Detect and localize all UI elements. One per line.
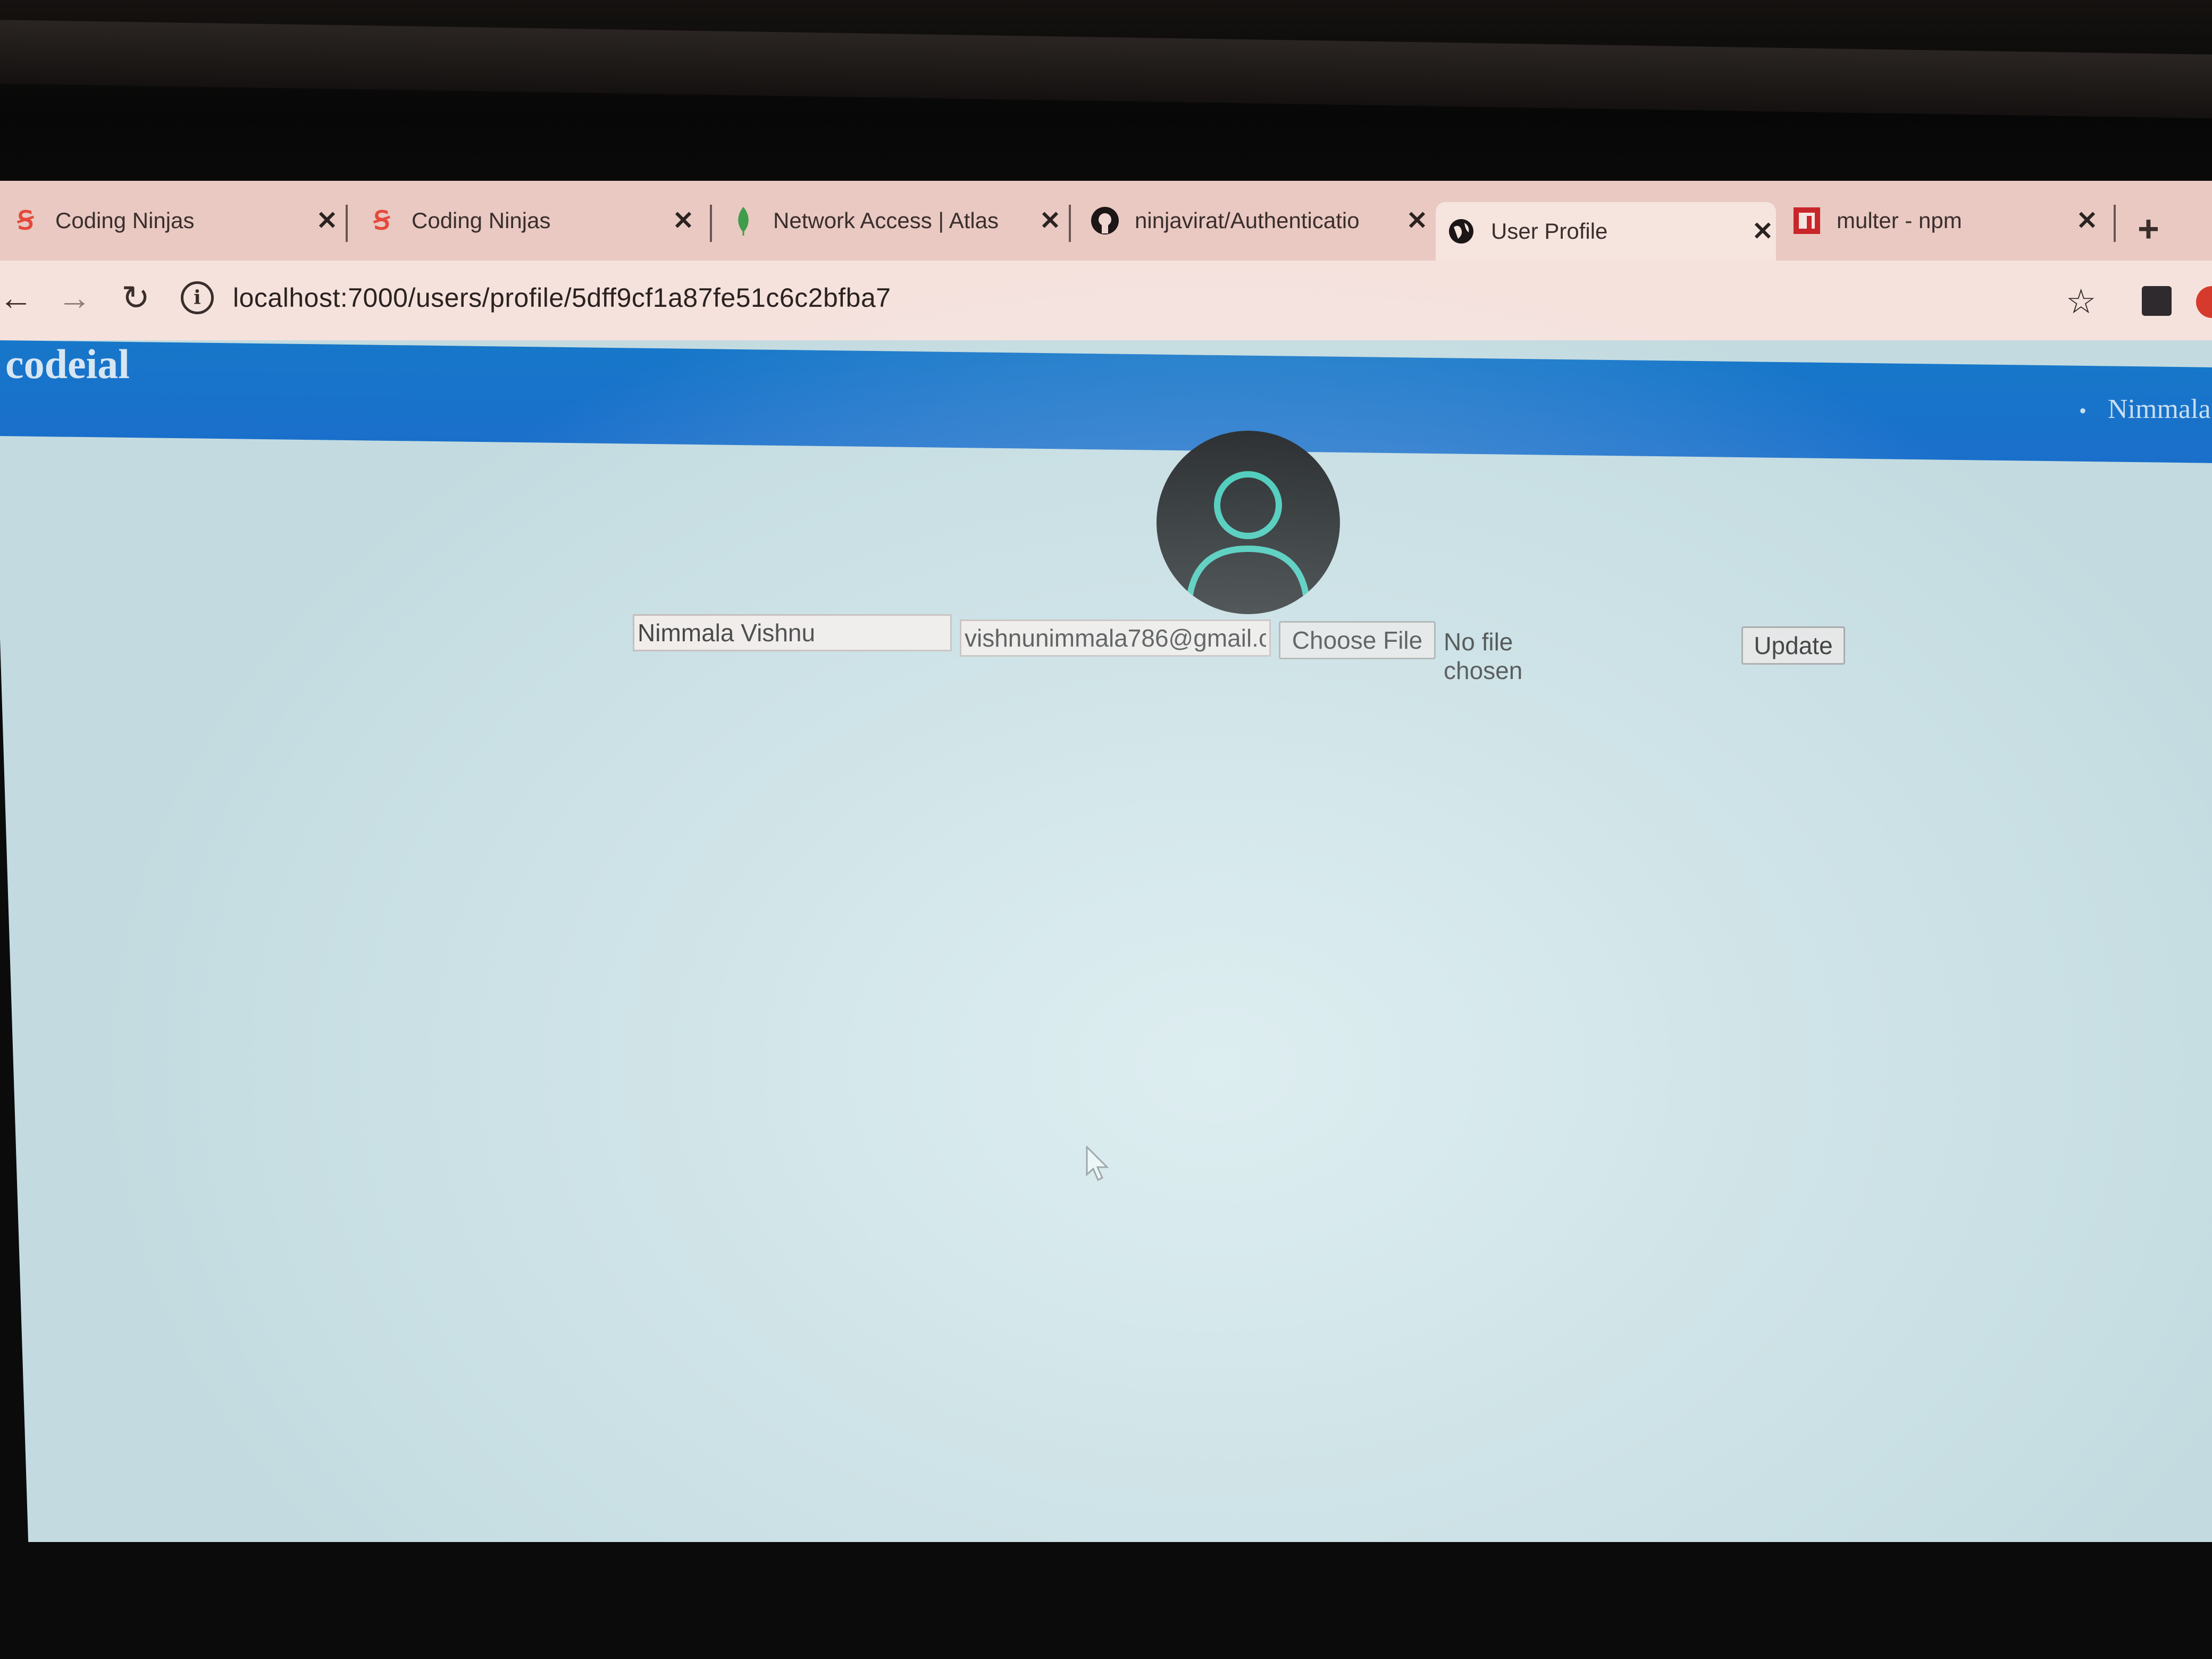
close-tab-icon[interactable]: ✕ [670, 206, 697, 236]
npm-icon [1792, 206, 1822, 236]
nav-user-link[interactable]: Nimmala [2079, 393, 2211, 425]
tab-coding-ninjas-1[interactable]: Ꞩ Coding Ninjas ✕ [0, 191, 340, 250]
forward-icon[interactable]: → [53, 276, 96, 319]
url-text: localhost:7000/users/profile/5dff9cf1a87… [233, 283, 891, 313]
close-tab-icon[interactable]: ✕ [1749, 216, 1776, 246]
reload-icon[interactable]: ↻ [114, 276, 157, 319]
tab-separator [710, 205, 712, 242]
browser-toolbar: ← → ↻ i localhost:7000/users/profile/5df… [0, 261, 2212, 340]
site-logo[interactable]: codeial [5, 340, 130, 388]
tab-network-access-atlas[interactable]: Network Access | Atlas ✕ [718, 191, 1063, 250]
tab-user-profile[interactable]: User Profile ✕ [1436, 202, 1776, 261]
tab-strip: Ꞩ Coding Ninjas ✕ Ꞩ Coding Ninjas ✕ Netw… [0, 181, 2212, 261]
github-icon [1090, 206, 1120, 236]
tab-separator [346, 205, 348, 242]
user-icon [1185, 471, 1311, 614]
extension-icon[interactable] [2142, 286, 2172, 316]
globe-icon [1446, 216, 1476, 246]
tab-title: Network Access | Atlas [773, 208, 999, 233]
profile-avatar [1157, 431, 1340, 614]
mongodb-leaf-icon [728, 206, 758, 236]
browser-window: Ꞩ Coding Ninjas ✕ Ꞩ Coding Ninjas ✕ Netw… [0, 181, 2212, 1542]
tab-title: multer - npm [1837, 208, 1962, 233]
tab-title: Coding Ninjas [412, 208, 551, 233]
tab-title: Coding Ninjas [55, 208, 195, 233]
bookmark-star-icon[interactable]: ☆ [2066, 282, 2096, 322]
file-status-text: No file chosen [1444, 628, 1523, 684]
close-tab-icon[interactable]: ✕ [314, 206, 340, 236]
name-input[interactable] [633, 614, 952, 651]
coding-ninjas-icon: Ꞩ [17, 207, 34, 235]
close-tab-icon[interactable]: ✕ [1404, 206, 1430, 236]
tab-coding-ninjas-2[interactable]: Ꞩ Coding Ninjas ✕ [356, 191, 697, 250]
tab-title: ninjavirat/Authenticatio [1135, 208, 1360, 233]
address-bar[interactable]: i localhost:7000/users/profile/5dff9cf1a… [181, 271, 1989, 324]
close-tab-icon[interactable]: ✕ [2074, 206, 2100, 236]
new-tab-button[interactable]: + [2138, 207, 2159, 250]
tab-separator [1069, 205, 1071, 242]
close-tab-icon[interactable]: ✕ [1037, 206, 1063, 236]
coding-ninjas-icon: Ꞩ [373, 207, 390, 235]
choose-file-button[interactable]: Choose File [1279, 621, 1436, 659]
back-icon[interactable]: ← [0, 276, 37, 319]
site-navbar [0, 340, 2212, 463]
monitor-bezel-bottom [0, 1545, 2212, 1659]
email-input[interactable] [960, 619, 1271, 657]
tab-title: User Profile [1491, 219, 1608, 244]
profile-avatar-icon[interactable] [2196, 286, 2212, 318]
info-icon[interactable]: i [181, 281, 214, 314]
mouse-cursor-icon [1086, 1146, 1109, 1182]
tab-separator [2114, 205, 2116, 242]
update-button[interactable]: Update [1741, 626, 1845, 665]
tab-multer-npm[interactable]: multer - npm ✕ [1781, 191, 2100, 250]
tab-github-repo[interactable]: ninjavirat/Authenticatio ✕ [1079, 191, 1430, 250]
